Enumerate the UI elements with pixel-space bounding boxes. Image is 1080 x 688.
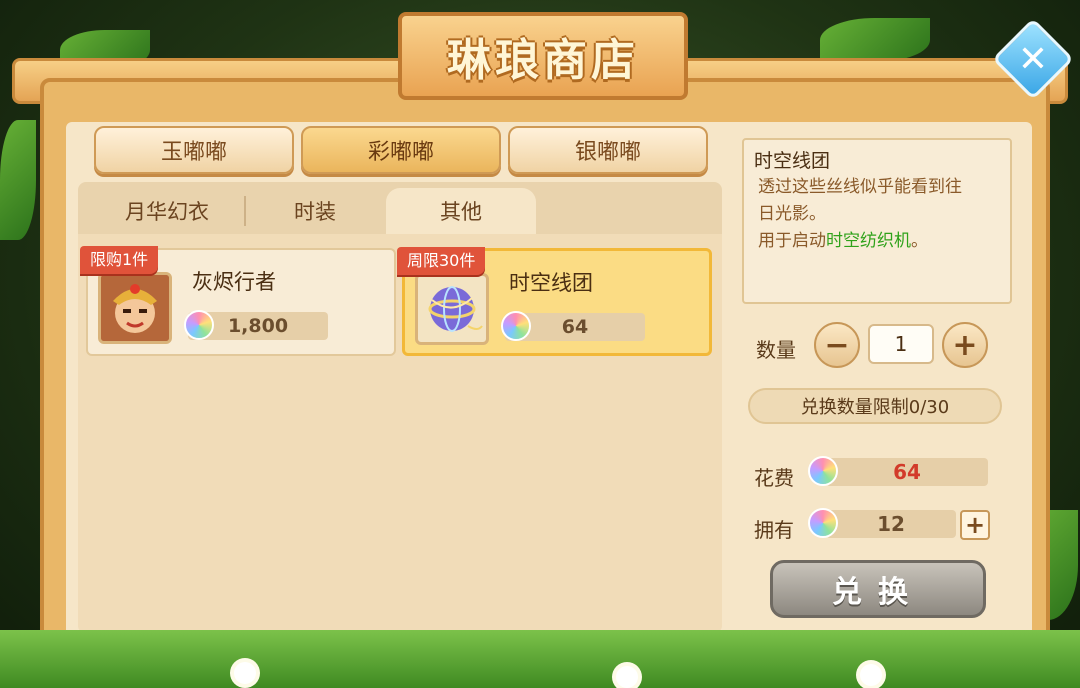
item-card[interactable]: 限购1件 灰烬行者 1,800 <box>80 246 396 356</box>
detail-desc-line: 用于启动时空纺织机。 <box>754 228 1000 255</box>
detail-title: 时空线团 <box>754 150 831 172</box>
flower-decoration <box>616 666 638 688</box>
quantity-input[interactable]: 1 <box>868 324 934 364</box>
weekly-limit-badge: 周限30件 <box>397 247 486 275</box>
owned-value: 12 <box>826 510 956 538</box>
masked-warrior-portrait <box>98 272 172 344</box>
rainbow-gem-icon <box>184 310 214 340</box>
category-jade-button[interactable]: 玉嘟嘟 <box>94 126 294 174</box>
detail-desc-highlight: 时空纺织机 <box>826 231 911 251</box>
category-silver-button[interactable]: 银嘟嘟 <box>508 126 708 174</box>
grass-decoration <box>0 630 1080 688</box>
shop-title-plate: 琳琅商店 <box>398 12 688 100</box>
rainbow-gem-icon <box>501 311 531 341</box>
tab-divider <box>244 196 246 226</box>
rainbow-gem-icon <box>808 508 838 538</box>
exchange-limit-text: 兑换数量限制0/30 <box>748 388 1002 424</box>
flower-decoration <box>860 664 882 686</box>
detail-desc-prefix: 用于启动 <box>758 231 826 251</box>
shop-title: 琳琅商店 <box>447 35 639 86</box>
owned-label: 拥有 <box>754 518 794 542</box>
item-name: 时空线团 <box>509 271 593 295</box>
yarn-ball-icon <box>415 273 489 345</box>
quantity-label: 数量 <box>756 338 796 362</box>
cost-value: 64 <box>826 458 988 486</box>
leaf-decoration <box>0 120 36 240</box>
category-rainbow-button[interactable]: 彩嘟嘟 <box>301 126 501 174</box>
flower-decoration <box>234 662 256 684</box>
tab-fashion[interactable]: 时装 <box>250 188 380 234</box>
cost-label: 花费 <box>754 466 794 490</box>
quantity-plus-button[interactable]: + <box>942 322 988 368</box>
detail-desc-line: 透过这些丝线似乎能看到往 <box>758 177 962 197</box>
item-detail-panel: 时空线团 透过这些丝线似乎能看到往 日光影。 用于启动时空纺织机。 <box>742 138 1012 304</box>
detail-desc-line: 日光影。 <box>758 204 826 224</box>
add-currency-button[interactable]: + <box>960 510 990 540</box>
rainbow-gem-icon <box>808 456 838 486</box>
item-name: 灰烬行者 <box>192 270 276 294</box>
purchase-limit-badge: 限购1件 <box>80 246 159 274</box>
leaf-decoration <box>820 18 930 62</box>
exchange-button[interactable]: 兑换 <box>770 560 986 618</box>
quantity-minus-button[interactable]: − <box>814 322 860 368</box>
item-card-selected[interactable]: 周限30件 时空线团 64 <box>397 247 712 356</box>
tab-other[interactable]: 其他 <box>386 188 536 234</box>
close-icon[interactable]: ✕ <box>1004 30 1062 88</box>
tab-moon-outfit[interactable]: 月华幻衣 <box>92 188 242 234</box>
detail-desc-suffix: 。 <box>911 231 928 251</box>
